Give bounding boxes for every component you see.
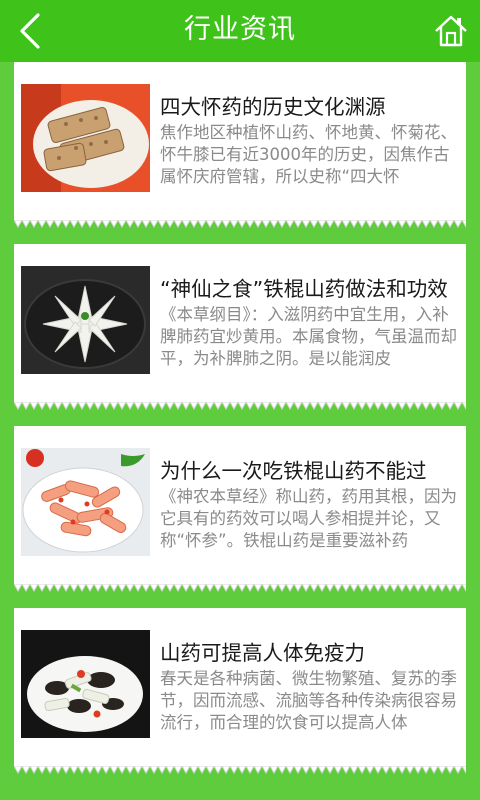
card-zigzag-edge [14,584,466,592]
home-icon [435,15,467,47]
article-thumbnail [21,448,150,556]
top-bar: 行业资讯 [0,0,480,62]
article-title: 为什么一次吃铁棍山药不能过 [160,459,427,483]
article-summary: 《神农本草经》称山药，药用其根，因为它具有的药效可以喝人参相提并论，又称“怀参”… [160,487,457,550]
article-thumbnail [21,630,150,738]
home-button[interactable] [434,14,468,48]
list-item[interactable]: 山药可提高人体免疫力 春天是各种病菌、微生物繁殖、复苏的季节，因而流感、流脑等各… [14,608,466,774]
article-title: 山药可提高人体免疫力 [160,641,365,665]
list-item[interactable]: 四大怀药的历史文化渊源 焦作地区种植怀山药、怀地黄、怀菊花、怀牛膝已有近3000… [14,62,466,228]
page-title: 行业资讯 [184,14,296,45]
article-summary: 春天是各种病菌、微生物繁殖、复苏的季节，因而流感、流脑等各种传染病很容易流行，而… [160,669,457,732]
card-zigzag-edge [14,766,466,774]
article-title: “神仙之食”铁棍山药做法和功效 [160,277,448,301]
article-summary: 焦作地区种植怀山药、怀地黄、怀菊花、怀牛膝已有近3000年的历史，因焦作古属怀庆… [160,123,457,186]
article-summary: 《本草纲目》：入滋阴药中宜生用，入补脾肺药宜炒黄用。本属食物，气虽温而却平，为补… [160,305,457,368]
article-thumbnail [21,84,150,192]
list-item[interactable]: “神仙之食”铁棍山药做法和功效 《本草纲目》：入滋阴药中宜生用，入补脾肺药宜炒黄… [14,244,466,410]
card-zigzag-edge [14,220,466,228]
article-title: 四大怀药的历史文化渊源 [160,95,386,119]
list-item[interactable]: 为什么一次吃铁棍山药不能过 《神农本草经》称山药，药用其根，因为它具有的药效可以… [14,426,466,592]
news-list: 四大怀药的历史文化渊源 焦作地区种植怀山药、怀地黄、怀菊花、怀牛膝已有近3000… [0,62,480,800]
card-zigzag-edge [14,402,466,410]
article-thumbnail [21,266,150,374]
